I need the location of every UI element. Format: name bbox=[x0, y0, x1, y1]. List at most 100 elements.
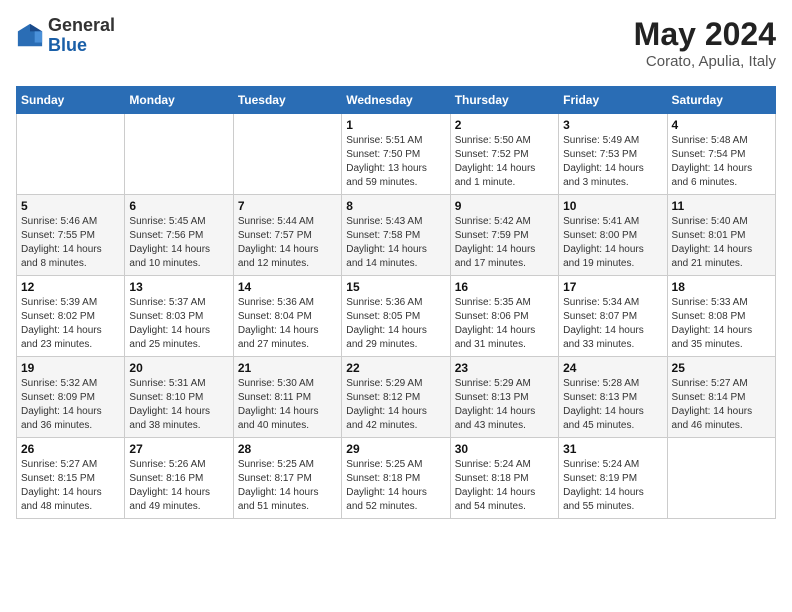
day-info: Sunrise: 5:35 AMSunset: 8:06 PMDaylight:… bbox=[455, 296, 554, 352]
calendar-cell: 13 Sunrise: 5:37 AMSunset: 8:03 PMDayligh… bbox=[125, 276, 233, 357]
calendar-cell: 25Sunrise: 5:27 AMSunset: 8:14 PMDayligh… bbox=[667, 357, 775, 438]
calendar-cell bbox=[125, 114, 233, 195]
calendar-week-row: 19 Sunrise: 5:32 AMSunset: 8:09 PMDayligh… bbox=[17, 357, 776, 438]
day-number: 7 bbox=[238, 199, 337, 213]
calendar-cell: 2 Sunrise: 5:50 AMSunset: 7:52 PMDaylight… bbox=[450, 114, 558, 195]
calendar-cell: 6 Sunrise: 5:45 AMSunset: 7:56 PMDaylight… bbox=[125, 195, 233, 276]
calendar-cell bbox=[233, 114, 341, 195]
header-monday: Monday bbox=[125, 87, 233, 114]
calendar-cell: 1Sunrise: 5:51 AMSunset: 7:50 PMDaylight… bbox=[342, 114, 450, 195]
day-number: 14 bbox=[238, 280, 337, 294]
calendar-cell: 20Sunrise: 5:31 AMSunset: 8:10 PMDayligh… bbox=[125, 357, 233, 438]
day-number: 29 bbox=[346, 442, 445, 456]
day-info: Sunrise: 5:49 AMSunset: 7:53 PMDaylight:… bbox=[563, 134, 662, 190]
day-info: Sunrise: 5:29 AMSunset: 8:12 PMDaylight:… bbox=[346, 377, 445, 433]
day-info: Sunrise: 5:45 AMSunset: 7:56 PMDaylight:… bbox=[129, 215, 228, 271]
day-info: Sunrise: 5:44 AMSunset: 7:57 PMDaylight:… bbox=[238, 215, 337, 271]
calendar-cell: 10 Sunrise: 5:41 AMSunset: 8:00 PMDayligh… bbox=[559, 195, 667, 276]
day-info: Sunrise: 5:37 AMSunset: 8:03 PMDaylight:… bbox=[129, 296, 228, 352]
day-number: 8 bbox=[346, 199, 445, 213]
day-number: 27 bbox=[129, 442, 228, 456]
calendar-cell: 21Sunrise: 5:30 AMSunset: 8:11 PMDayligh… bbox=[233, 357, 341, 438]
calendar-cell bbox=[17, 114, 125, 195]
day-number: 3 bbox=[563, 118, 662, 132]
calendar-cell bbox=[667, 438, 775, 519]
calendar-cell: 8 Sunrise: 5:43 AMSunset: 7:58 PMDaylight… bbox=[342, 195, 450, 276]
day-info: Sunrise: 5:28 AMSunset: 8:13 PMDaylight:… bbox=[563, 377, 662, 433]
day-info: Sunrise: 5:43 AMSunset: 7:58 PMDaylight:… bbox=[346, 215, 445, 271]
calendar-cell: 30Sunrise: 5:24 AMSunset: 8:18 PMDayligh… bbox=[450, 438, 558, 519]
day-number: 2 bbox=[455, 118, 554, 132]
day-number: 4 bbox=[672, 118, 771, 132]
day-number: 17 bbox=[563, 280, 662, 294]
logo: General Blue bbox=[16, 16, 115, 56]
day-info: Sunrise: 5:36 AMSunset: 8:05 PMDaylight:… bbox=[346, 296, 445, 352]
day-number: 25 bbox=[672, 361, 771, 375]
calendar-cell: 28 Sunrise: 5:25 AMSunset: 8:17 PMDayligh… bbox=[233, 438, 341, 519]
day-number: 10 bbox=[563, 199, 662, 213]
calendar-cell: 23 Sunrise: 5:29 AMSunset: 8:13 PMDayligh… bbox=[450, 357, 558, 438]
month-title: May 2024 bbox=[634, 16, 776, 53]
day-number: 11 bbox=[672, 199, 771, 213]
day-info: Sunrise: 5:24 AMSunset: 8:19 PMDaylight:… bbox=[563, 458, 662, 514]
header-tuesday: Tuesday bbox=[233, 87, 341, 114]
day-number: 16 bbox=[455, 280, 554, 294]
calendar-cell: 17 Sunrise: 5:34 AMSunset: 8:07 PMDayligh… bbox=[559, 276, 667, 357]
day-info: Sunrise: 5:41 AMSunset: 8:00 PMDaylight:… bbox=[563, 215, 662, 271]
day-info: Sunrise: 5:42 AMSunset: 7:59 PMDaylight:… bbox=[455, 215, 554, 271]
page-header: General Blue May 2024 Corato, Apulia, It… bbox=[16, 16, 776, 70]
calendar-cell: 19 Sunrise: 5:32 AMSunset: 8:09 PMDayligh… bbox=[17, 357, 125, 438]
calendar-cell: 16 Sunrise: 5:35 AMSunset: 8:06 PMDayligh… bbox=[450, 276, 558, 357]
calendar-week-row: 1Sunrise: 5:51 AMSunset: 7:50 PMDaylight… bbox=[17, 114, 776, 195]
calendar-cell: 12Sunrise: 5:39 AMSunset: 8:02 PMDayligh… bbox=[17, 276, 125, 357]
calendar-body: 1Sunrise: 5:51 AMSunset: 7:50 PMDaylight… bbox=[17, 114, 776, 519]
day-info: Sunrise: 5:50 AMSunset: 7:52 PMDaylight:… bbox=[455, 134, 554, 190]
day-info: Sunrise: 5:48 AMSunset: 7:54 PMDaylight:… bbox=[672, 134, 771, 190]
header-friday: Friday bbox=[559, 87, 667, 114]
location-title: Corato, Apulia, Italy bbox=[634, 53, 776, 70]
day-number: 30 bbox=[455, 442, 554, 456]
header-wednesday: Wednesday bbox=[342, 87, 450, 114]
calendar-cell: 29 Sunrise: 5:25 AMSunset: 8:18 PMDayligh… bbox=[342, 438, 450, 519]
day-number: 23 bbox=[455, 361, 554, 375]
day-number: 31 bbox=[563, 442, 662, 456]
day-info: Sunrise: 5:34 AMSunset: 8:07 PMDaylight:… bbox=[563, 296, 662, 352]
day-number: 13 bbox=[129, 280, 228, 294]
day-number: 9 bbox=[455, 199, 554, 213]
day-info: Sunrise: 5:25 AMSunset: 8:18 PMDaylight:… bbox=[346, 458, 445, 514]
day-info: Sunrise: 5:36 AMSunset: 8:04 PMDaylight:… bbox=[238, 296, 337, 352]
day-number: 24 bbox=[563, 361, 662, 375]
day-info: Sunrise: 5:26 AMSunset: 8:16 PMDaylight:… bbox=[129, 458, 228, 514]
calendar-week-row: 12Sunrise: 5:39 AMSunset: 8:02 PMDayligh… bbox=[17, 276, 776, 357]
day-number: 5 bbox=[21, 199, 120, 213]
day-info: Sunrise: 5:29 AMSunset: 8:13 PMDaylight:… bbox=[455, 377, 554, 433]
day-info: Sunrise: 5:46 AMSunset: 7:55 PMDaylight:… bbox=[21, 215, 120, 271]
calendar-cell: 24 Sunrise: 5:28 AMSunset: 8:13 PMDayligh… bbox=[559, 357, 667, 438]
calendar-header: Sunday Monday Tuesday Wednesday Thursday… bbox=[17, 87, 776, 114]
header-thursday: Thursday bbox=[450, 87, 558, 114]
day-number: 26 bbox=[21, 442, 120, 456]
day-info: Sunrise: 5:33 AMSunset: 8:08 PMDaylight:… bbox=[672, 296, 771, 352]
title-block: May 2024 Corato, Apulia, Italy bbox=[634, 16, 776, 70]
calendar-week-row: 5 Sunrise: 5:46 AMSunset: 7:55 PMDaylight… bbox=[17, 195, 776, 276]
day-number: 20 bbox=[129, 361, 228, 375]
day-info: Sunrise: 5:32 AMSunset: 8:09 PMDaylight:… bbox=[21, 377, 120, 433]
calendar-cell: 11 Sunrise: 5:40 AMSunset: 8:01 PMDayligh… bbox=[667, 195, 775, 276]
calendar-cell: 22 Sunrise: 5:29 AMSunset: 8:12 PMDayligh… bbox=[342, 357, 450, 438]
calendar-cell: 5 Sunrise: 5:46 AMSunset: 7:55 PMDaylight… bbox=[17, 195, 125, 276]
day-number: 15 bbox=[346, 280, 445, 294]
day-number: 6 bbox=[129, 199, 228, 213]
calendar-cell: 9 Sunrise: 5:42 AMSunset: 7:59 PMDaylight… bbox=[450, 195, 558, 276]
day-info: Sunrise: 5:25 AMSunset: 8:17 PMDaylight:… bbox=[238, 458, 337, 514]
day-info: Sunrise: 5:39 AMSunset: 8:02 PMDaylight:… bbox=[21, 296, 120, 352]
day-number: 22 bbox=[346, 361, 445, 375]
day-info: Sunrise: 5:30 AMSunset: 8:11 PMDaylight:… bbox=[238, 377, 337, 433]
calendar-cell: 18Sunrise: 5:33 AMSunset: 8:08 PMDayligh… bbox=[667, 276, 775, 357]
day-number: 28 bbox=[238, 442, 337, 456]
calendar-cell: 27 Sunrise: 5:26 AMSunset: 8:16 PMDayligh… bbox=[125, 438, 233, 519]
calendar-cell: 3 Sunrise: 5:49 AMSunset: 7:53 PMDaylight… bbox=[559, 114, 667, 195]
day-number: 19 bbox=[21, 361, 120, 375]
day-info: Sunrise: 5:40 AMSunset: 8:01 PMDaylight:… bbox=[672, 215, 771, 271]
calendar-cell: 7 Sunrise: 5:44 AMSunset: 7:57 PMDaylight… bbox=[233, 195, 341, 276]
day-number: 1 bbox=[346, 118, 445, 132]
